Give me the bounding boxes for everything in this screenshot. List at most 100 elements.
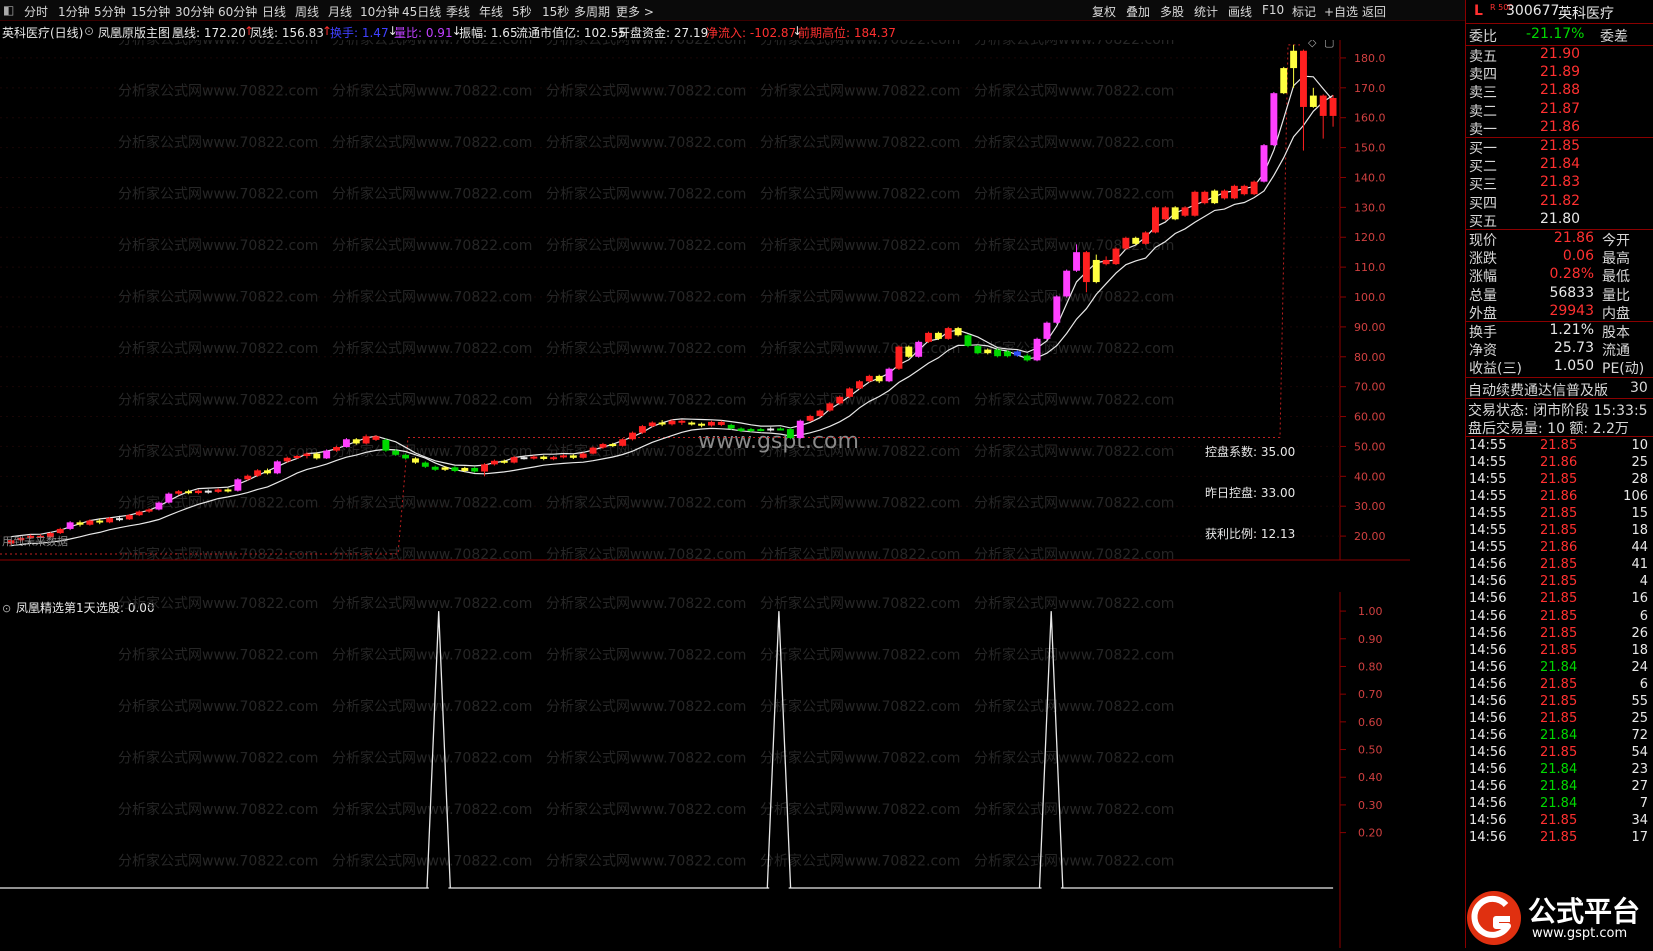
candle[interactable] [1329, 94, 1337, 127]
candle[interactable] [856, 380, 863, 390]
candle[interactable] [1290, 44, 1298, 88]
candle[interactable] [836, 395, 844, 405]
candle[interactable] [1201, 190, 1209, 205]
tab-period-10[interactable]: 45日线 [402, 3, 441, 20]
tab-period-more[interactable]: 更多 > [616, 3, 654, 20]
candle[interactable] [1142, 231, 1150, 245]
candle[interactable] [214, 488, 222, 494]
indicator-settings-icon[interactable]: ⊙ [84, 24, 94, 38]
candle[interactable] [421, 461, 429, 468]
candle[interactable] [944, 326, 952, 340]
candle[interactable] [589, 446, 597, 455]
candle[interactable] [1211, 189, 1219, 205]
candle[interactable] [895, 345, 903, 370]
candle[interactable] [1132, 236, 1140, 246]
auto-renew-text[interactable]: 自动续费通达信普及版 [1468, 380, 1608, 400]
tab-period-12[interactable]: 年线 [479, 3, 503, 20]
buy-row[interactable]: 买五 21.80 [1466, 211, 1653, 230]
candle[interactable] [1250, 180, 1258, 196]
candle[interactable] [194, 489, 202, 495]
candlestick-chart[interactable]: 180.0 170.0 160.0 150.0 140.0 130.0 120.0 110.0… [0, 40, 1410, 590]
indicator-name[interactable]: 凤凰原版主图 [98, 24, 170, 41]
candle[interactable] [1240, 184, 1248, 196]
candle[interactable] [490, 459, 498, 466]
candle[interactable] [342, 438, 350, 448]
tab-period-3[interactable]: 15分钟 [131, 3, 170, 20]
diamond-icon[interactable]: ◇ [1308, 40, 1317, 49]
candle[interactable] [1033, 337, 1041, 362]
candle[interactable] [658, 420, 666, 427]
candle[interactable] [698, 422, 706, 428]
candle[interactable] [441, 466, 449, 471]
candle[interactable] [1102, 256, 1110, 266]
candle[interactable] [66, 521, 74, 531]
candle[interactable] [777, 427, 784, 431]
candle[interactable] [885, 367, 893, 383]
mark-button[interactable]: 标记 [1292, 3, 1316, 20]
candle[interactable] [1181, 206, 1189, 217]
candle[interactable] [826, 402, 834, 412]
sell-row[interactable]: 卖一 21.86 [1466, 119, 1653, 138]
stats-button[interactable]: 统计 [1194, 3, 1218, 20]
f10-button[interactable]: F10 [1262, 3, 1284, 17]
tab-period-7[interactable]: 周线 [295, 3, 319, 20]
candle[interactable] [934, 331, 942, 341]
tab-period-13[interactable]: 5秒 [512, 3, 532, 20]
candle[interactable] [224, 488, 232, 493]
candle[interactable] [964, 334, 972, 348]
tab-period-4[interactable]: 30分钟 [175, 3, 214, 20]
candle[interactable] [76, 520, 84, 527]
candle[interactable] [481, 463, 488, 477]
candle[interactable] [708, 420, 715, 427]
tab-period-2[interactable]: 5分钟 [94, 3, 126, 20]
tab-period-15[interactable]: 多周期 [574, 3, 610, 20]
candle[interactable] [846, 387, 854, 399]
back-button[interactable]: 返回 [1362, 3, 1386, 20]
candle[interactable] [155, 501, 163, 511]
candle[interactable] [925, 331, 932, 344]
candle[interactable] [1319, 94, 1327, 139]
tab-period-6[interactable]: 日线 [262, 3, 286, 20]
candle[interactable] [1053, 295, 1061, 324]
candle[interactable] [56, 527, 64, 534]
add-watchlist-button[interactable]: +自选 [1324, 3, 1358, 20]
overlay-button[interactable]: 叠加 [1126, 3, 1150, 20]
sub-indicator-title[interactable]: 凤凰精选第1天 [16, 601, 96, 615]
tab-period-5[interactable]: 60分钟 [218, 3, 257, 20]
sell-row[interactable]: 卖二 21.87 [1466, 101, 1653, 120]
tab-period-8[interactable]: 月线 [328, 3, 352, 20]
draw-button[interactable]: 画线 [1228, 3, 1252, 20]
candle[interactable] [451, 466, 459, 473]
candle[interactable] [1300, 49, 1307, 151]
sell-row[interactable]: 卖五 21.90 [1466, 46, 1653, 65]
candle[interactable] [648, 421, 656, 428]
candle[interactable] [994, 348, 1002, 358]
candle[interactable] [431, 465, 439, 471]
candle[interactable] [1112, 247, 1120, 266]
candle[interactable] [382, 438, 390, 452]
candle[interactable] [323, 449, 331, 459]
candle[interactable] [1230, 184, 1238, 200]
candle[interactable] [1082, 250, 1090, 293]
candle[interactable] [1309, 87, 1317, 108]
candle[interactable] [1260, 144, 1268, 183]
sell-row[interactable]: 卖三 21.88 [1466, 82, 1653, 101]
candle[interactable] [786, 427, 794, 440]
candle[interactable] [796, 419, 804, 439]
candle[interactable] [1221, 189, 1228, 200]
candle[interactable] [1063, 269, 1071, 298]
candle[interactable] [638, 424, 646, 434]
buy-row[interactable]: 买三 21.83 [1466, 174, 1653, 193]
candle[interactable] [875, 374, 883, 384]
candle[interactable] [619, 438, 627, 447]
candle[interactable] [1280, 66, 1288, 95]
candle[interactable] [688, 421, 696, 426]
sell-row[interactable]: 卖四 21.89 [1466, 64, 1653, 83]
candle[interactable] [1092, 254, 1100, 284]
candle[interactable] [1171, 206, 1179, 221]
candle[interactable] [1152, 206, 1159, 234]
candle[interactable] [165, 492, 173, 504]
candle[interactable] [234, 478, 242, 492]
candle[interactable] [273, 460, 281, 475]
candle[interactable] [1122, 236, 1130, 250]
